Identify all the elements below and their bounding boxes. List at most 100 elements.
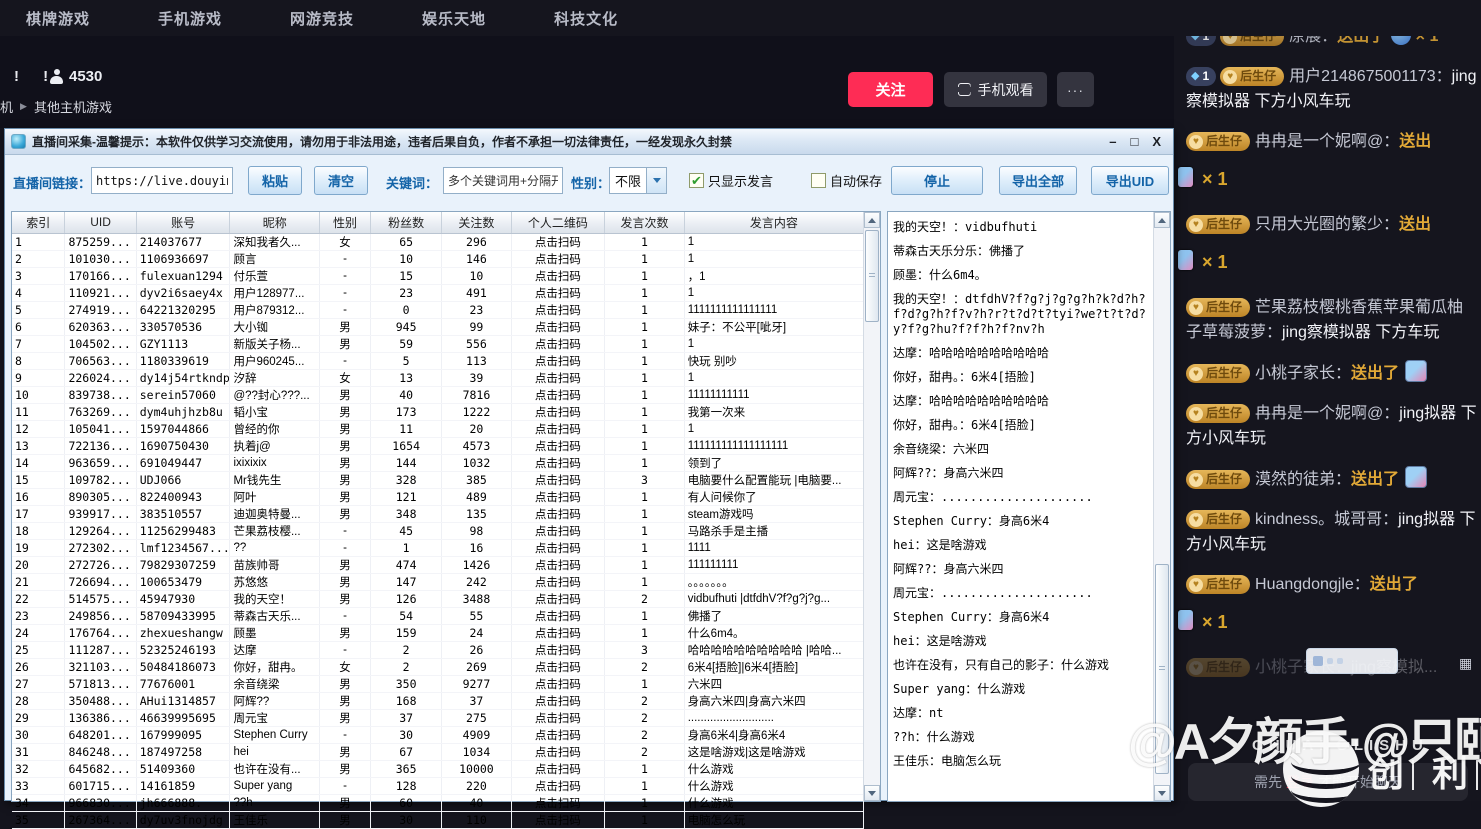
table-row[interactable]: 9 226024... dy14j54rtkndp 汐辞女 13 39 点击扫码 1 1 <box>12 369 865 387</box>
column-header[interactable]: 索引 <box>12 212 66 234</box>
table-row[interactable]: 7 104502... GZY1113 新版关子杨... 男 59 556 点击扫码 1 1 <box>12 335 865 353</box>
nav-item-board-games[interactable]: 棋牌游戏 <box>26 8 90 29</box>
gender-select[interactable]: 不限 <box>609 167 667 194</box>
qr-scan-cell[interactable]: 点击扫码 <box>511 335 606 353</box>
table-row[interactable]: 5 274919... 64221320295 用户879312... -0 23 点击扫码… <box>12 301 865 319</box>
qr-scan-cell[interactable]: 点击扫码 <box>511 658 606 676</box>
table-row[interactable]: 16 890305... 822400943 阿叶男 121 489 点击扫码 1 有人问候你了 <box>12 488 865 506</box>
qr-scan-cell[interactable]: 点击扫码 <box>511 352 606 370</box>
qr-scan-cell[interactable]: 点击扫码 <box>511 556 606 574</box>
export-all-button[interactable]: 导出全部 <box>999 166 1077 195</box>
table-row[interactable]: 15 109782... UDJ066 Mr钱先生男 328 385 点击扫码 3 电脑要什么配… <box>12 471 865 489</box>
column-header[interactable]: UID <box>64 212 137 234</box>
export-uid-button[interactable]: 导出UID <box>1091 166 1169 195</box>
qr-scan-cell[interactable]: 点击扫码 <box>511 284 606 302</box>
login-link[interactable]: 登录 <box>1286 772 1314 792</box>
table-row[interactable]: 2 101030... 1106936697 顾言 -10 146 点击扫码 1 1 <box>12 250 865 268</box>
qr-scan-cell[interactable]: 点击扫码 <box>511 301 606 319</box>
qr-scan-cell[interactable]: 点击扫码 <box>511 420 606 438</box>
column-header[interactable]: 性别 <box>319 212 371 234</box>
qr-scan-cell[interactable]: 点击扫码 <box>511 624 606 642</box>
qr-scan-cell[interactable]: 点击扫码 <box>511 726 606 744</box>
qr-scan-cell[interactable]: 点击扫码 <box>511 760 606 778</box>
table-row[interactable]: 23 249856... 58709433995 蒂森古天乐... -54 55 点击扫码 1… <box>12 607 865 625</box>
qr-scan-cell[interactable]: 点击扫码 <box>511 318 606 336</box>
qr-scan-cell[interactable]: 点击扫码 <box>511 505 606 523</box>
qr-scan-cell[interactable]: 点击扫码 <box>511 794 606 812</box>
scroll-up-icon[interactable] <box>864 212 880 228</box>
table-row[interactable]: 34 966830... jh666888. ??h 男 60 40 点击扫码 1 什么游戏 <box>12 794 865 812</box>
table-row[interactable]: 24 176764... zhexueshangw 顾墨男 159 24 点击扫码 1 什么6m… <box>12 624 865 642</box>
paste-button[interactable]: 粘贴 <box>248 166 302 195</box>
qr-scan-cell[interactable]: 点击扫码 <box>511 539 606 557</box>
column-header[interactable]: 关注数 <box>441 212 512 234</box>
table-row[interactable]: 32 645682... 51409360 也许在没有... 男 365 10000 点击扫码… <box>12 760 865 778</box>
clear-button[interactable]: 清空 <box>314 166 368 195</box>
table-row[interactable]: 12 105041... 1597044866 曾经的你男 11 20 点击扫码 1 1 <box>12 420 865 438</box>
column-header[interactable]: 昵称 <box>229 212 321 234</box>
qr-scan-cell[interactable]: 点击扫码 <box>511 233 606 251</box>
maximize-button[interactable]: □ <box>1130 134 1138 149</box>
column-header[interactable]: 粉丝数 <box>370 212 443 234</box>
speech-scroll-thumb[interactable] <box>1155 564 1169 774</box>
follow-button[interactable]: 关注 <box>848 72 933 107</box>
qr-scan-cell[interactable]: 点击扫码 <box>511 777 606 795</box>
speech-log-scrollbar[interactable] <box>1153 212 1170 801</box>
qr-scan-cell[interactable]: 点击扫码 <box>511 590 606 608</box>
qr-scan-cell[interactable]: 点击扫码 <box>511 250 606 268</box>
scroll-up-icon[interactable] <box>1154 212 1170 228</box>
table-row[interactable]: 20 272726... 79829307259 苗族帅哥男 474 1426 点击扫码 1 1… <box>12 556 865 574</box>
qr-scan-cell[interactable]: 点击扫码 <box>511 573 606 591</box>
table-scrollbar[interactable] <box>863 212 880 801</box>
qr-scan-cell[interactable]: 点击扫码 <box>511 709 606 727</box>
qr-scan-cell[interactable]: 点击扫码 <box>511 641 606 659</box>
table-row[interactable]: 27 571813... 77676001 余音绕梁男 350 9277 点击扫码 1 六米四 <box>12 675 865 693</box>
table-row[interactable]: 33 601715... 14161859 Super yang -128 220 点击扫码… <box>12 777 865 795</box>
table-header-row[interactable]: 索引 UID 账号 昵称 性别 粉丝数 关注数 个人二维码 发言次数 发言内容 <box>12 212 865 234</box>
table-row[interactable]: 4 110921... dyv2i6saey4x 用户128977... -23 491 点… <box>12 284 865 302</box>
keyword-input[interactable] <box>443 167 563 194</box>
table-row[interactable]: 11 763269... dym4uhjhzb8u 韬小宝男 173 1222 点击扫码 1 我… <box>12 403 865 421</box>
live-link-input[interactable] <box>91 167 233 194</box>
nav-item-tech-culture[interactable]: 科技文化 <box>554 8 618 29</box>
qr-scan-cell[interactable]: 点击扫码 <box>511 607 606 625</box>
stop-button[interactable]: 停止 <box>891 166 983 195</box>
qr-scan-cell[interactable]: 点击扫码 <box>511 267 606 285</box>
table-row[interactable]: 35 267364... dy7uv3fnojdg 王佳乐男 30 110 点击扫码 1 电脑怎… <box>12 811 865 829</box>
table-row[interactable]: 21 726694... 100653479 苏悠悠男 147 242 点击扫码 1。。。。。… <box>12 573 865 591</box>
table-row[interactable]: 1 875259... 214037677 深知我者久... 女 65 296 点击扫码 1 1 <box>12 233 865 251</box>
breadcrumb-category[interactable]: 其他主机游戏 <box>34 97 112 116</box>
table-row[interactable]: 17 939917... 383510557 迪迦奥特曼... 男 348 135 点击扫码 1… <box>12 505 865 523</box>
more-options-button[interactable]: ··· <box>1057 72 1094 107</box>
qr-scan-cell[interactable]: 点击扫码 <box>511 437 606 455</box>
qr-scan-cell[interactable]: 点击扫码 <box>511 454 606 472</box>
qr-scan-cell[interactable]: 点击扫码 <box>511 403 606 421</box>
phone-watch-button[interactable]: 手机观看 <box>944 72 1047 107</box>
scroll-down-icon[interactable] <box>1154 785 1170 801</box>
table-row[interactable]: 6 620363... 330570536 大小铷男 945 99 点击扫码 1 妹子：不公平[… <box>12 318 865 336</box>
column-header[interactable]: 发言次数 <box>604 212 685 234</box>
table-row[interactable]: 14 963659... 691049447 ixixixix 男 144 1032 点击扫码… <box>12 454 865 472</box>
qr-scan-cell[interactable]: 点击扫码 <box>511 692 606 710</box>
scroll-down-icon[interactable] <box>864 785 880 801</box>
table-row[interactable]: 8 706563... 1180339619 用户960245... -5 113 点击扫码… <box>12 352 865 370</box>
grid-icon[interactable]: ▦ <box>1459 655 1475 671</box>
qr-scan-cell[interactable]: 点击扫码 <box>511 522 606 540</box>
autosave-checkbox[interactable]: 自动保存 <box>811 171 882 190</box>
qr-scan-cell[interactable]: 点击扫码 <box>511 743 606 761</box>
table-row[interactable]: 30 648201... 167999095 Stephen Curry -30 4909… <box>12 726 865 744</box>
qr-scan-cell[interactable]: 点击扫码 <box>511 811 606 829</box>
column-header[interactable]: 个人二维码 <box>511 212 606 234</box>
table-row[interactable]: 31 846248... 187497258 hei 男 67 1034 点击扫码 2 这是啥游戏… <box>12 743 865 761</box>
minimize-button[interactable]: – <box>1109 134 1116 149</box>
table-row[interactable]: 28 350488... AHui1314857 阿辉?? 男 168 37 点击扫码 2 身高六… <box>12 692 865 710</box>
nav-item-mobile-games[interactable]: 手机游戏 <box>158 8 222 29</box>
qr-scan-cell[interactable]: 点击扫码 <box>511 488 606 506</box>
table-row[interactable]: 29 136386... 46639995695 周元宝男 37 275 点击扫码 2....… <box>12 709 865 727</box>
window-titlebar[interactable]: 直播间采集-温馨提示：本软件仅供学习交流使用，请勿用于非法用途，违者后果自负，作… <box>5 129 1173 155</box>
table-row[interactable]: 26 321103... 50484186073 你好，甜冉。女 2 269 点击扫码 2 6米… <box>12 658 865 676</box>
nav-item-entertainment[interactable]: 娱乐天地 <box>422 8 486 29</box>
table-scroll-thumb[interactable] <box>865 230 879 322</box>
table-row[interactable]: 25 111287... 52325246193 达摩 -2 26 点击扫码 3 哈哈哈哈哈哈哈… <box>12 641 865 659</box>
table-row[interactable]: 13 722136... 1690750430 执着j@ 男 1654 4573 点击扫码 1 1… <box>12 437 865 455</box>
